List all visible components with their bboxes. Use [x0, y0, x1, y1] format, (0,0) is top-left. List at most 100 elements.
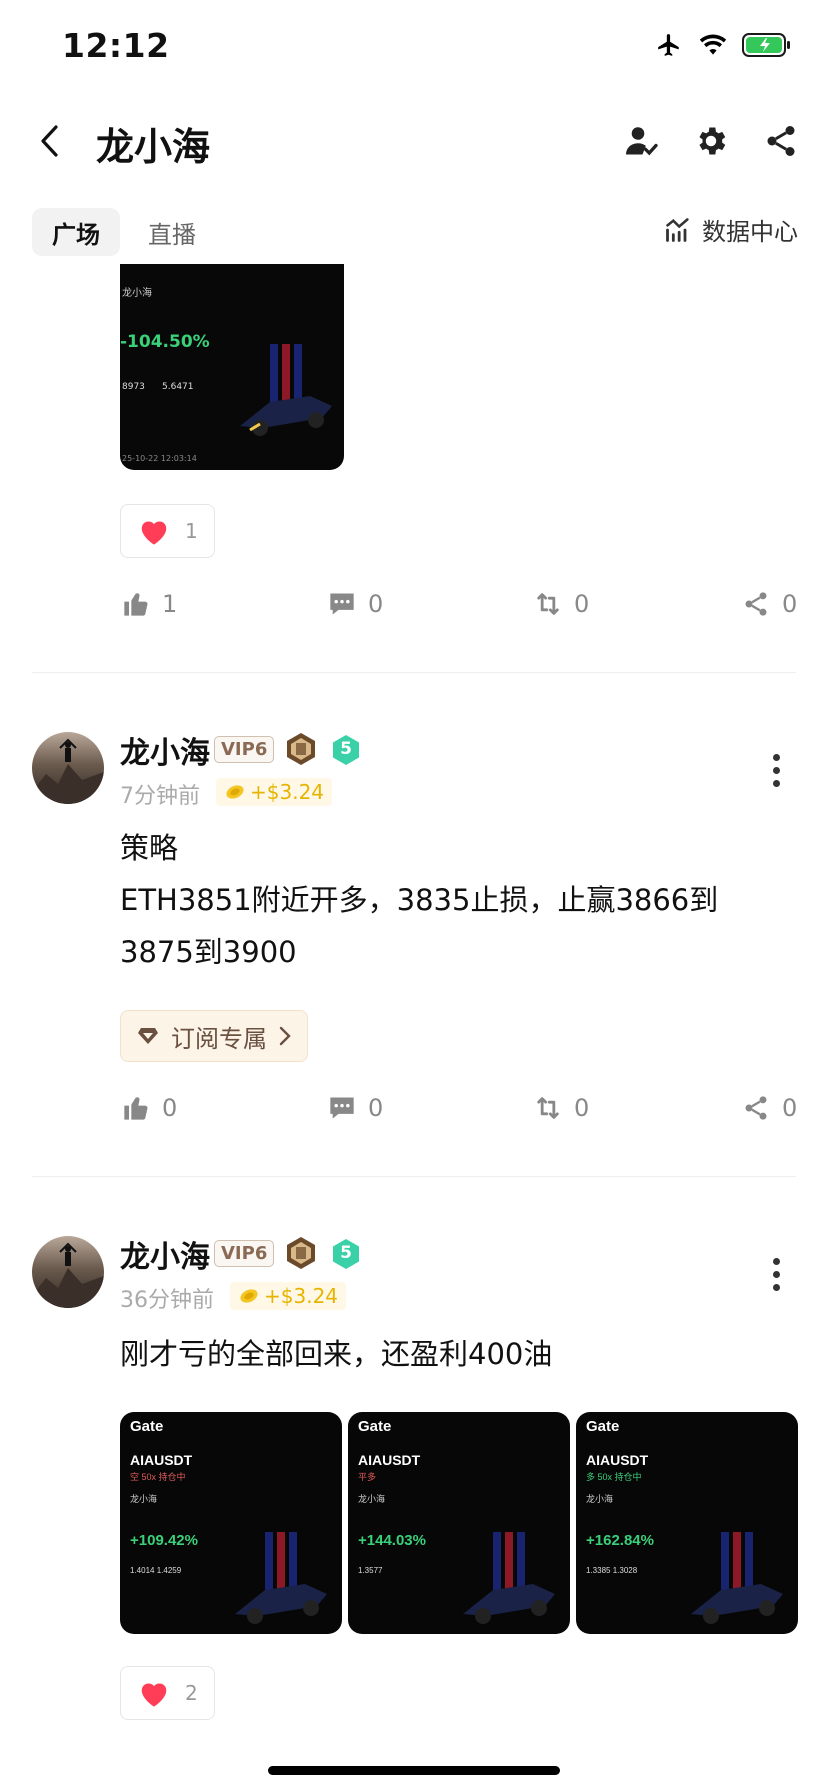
settings-button[interactable] [688, 118, 734, 164]
divider [32, 1176, 796, 1177]
post1-reaction[interactable]: 1 [120, 504, 215, 558]
status-time: 12:12 [62, 26, 170, 65]
share-button[interactable] [758, 118, 804, 164]
tab-square[interactable]: 广场 [32, 208, 120, 256]
post1-image[interactable]: 龙小海 -104.50% 8973 5.6471 25-10-22 12:03:… [120, 264, 344, 470]
comment-icon [330, 1097, 354, 1119]
avatar-image [32, 738, 104, 804]
post3-image-2[interactable]: Gate AIAUSDT 平多 龙小海 +144.03% 1.3577 [348, 1412, 570, 1634]
post1-comment-button[interactable]: 0 [328, 590, 383, 618]
post2-share-button[interactable]: 0 [742, 1094, 797, 1122]
post2-comment-button[interactable]: 0 [328, 1094, 383, 1122]
home-indicator[interactable] [268, 1766, 560, 1775]
post2-text-line1: 策略 [120, 831, 179, 865]
post3-reaction[interactable]: 2 [120, 1666, 215, 1720]
data-center-label: 数据中心 [702, 218, 798, 246]
race-car-graphic [691, 1532, 783, 1624]
post3-username[interactable]: 龙小海 [120, 1232, 210, 1276]
post3-vip-badge: VIP6 [214, 1240, 275, 1267]
post2-text-line3: 3875到3900 [120, 935, 297, 969]
share-icon [745, 592, 767, 616]
pair-label: AIAUSDT [358, 1452, 421, 1468]
post1-image-mark: 8973 [122, 382, 145, 392]
post1-share-count: 0 [782, 590, 798, 618]
data-center-link[interactable]: 数据中心 [664, 212, 798, 247]
post2-reward-amount: +$3.24 [250, 780, 325, 804]
post3-more-button[interactable] [756, 1254, 796, 1294]
thumbs-up-icon [124, 1097, 148, 1120]
chevron-right-icon [279, 1026, 291, 1046]
avatar[interactable] [32, 1236, 104, 1308]
post2-like-button[interactable]: 0 [122, 1094, 177, 1122]
page-title: 龙小海 [96, 125, 211, 169]
pnl-value: +144.03% [358, 1532, 426, 1549]
chevron-left-icon [41, 125, 58, 157]
post2-repost-button[interactable]: 0 [534, 1094, 589, 1122]
post3-time: 36分钟前 [120, 1288, 214, 1313]
trader-name: 龙小海 [358, 1494, 386, 1504]
post2-share-count: 0 [782, 1094, 798, 1122]
post2-vip-badge: VIP6 [214, 736, 275, 763]
post2-reward: +$3.24 [216, 778, 333, 806]
post2-more-button[interactable] [756, 750, 796, 790]
gate-logo: Gate [586, 1418, 620, 1435]
post3-level-badge: 5 [330, 1238, 362, 1270]
post1-like-count: 1 [162, 590, 178, 618]
coin-icon [226, 785, 244, 799]
repost-icon [537, 1097, 559, 1119]
post3-rank-badge-icon [287, 1237, 315, 1269]
subscribe-exclusive-button[interactable]: 订阅专属 [120, 1010, 308, 1062]
leverage-label: 平多 [358, 1472, 377, 1482]
post1-repost-button[interactable]: 0 [534, 590, 589, 618]
gate-logo: Gate [358, 1418, 392, 1435]
post1-image-timestamp: 25-10-22 12:03:14 [122, 454, 197, 463]
pair-label: AIAUSDT [130, 1452, 193, 1468]
gear-icon [699, 127, 726, 155]
trader-name: 龙小海 [586, 1494, 614, 1504]
post2-time: 7分钟前 [120, 784, 200, 809]
share-icon [745, 1096, 767, 1120]
post2-text-line2: ETH3851附近开多，3835止损，止赢3866到 [120, 883, 719, 917]
coin-icon [240, 1289, 258, 1303]
leverage-label: 多 50x 持仓中 [586, 1472, 642, 1482]
post1-comment-count: 0 [368, 590, 384, 618]
follow-user-button[interactable] [618, 118, 664, 164]
pair-label: AIAUSDT [586, 1452, 649, 1468]
price-values: 1.4014 1.4259 [130, 1566, 182, 1575]
post3-image-3[interactable]: Gate AIAUSDT 多 50x 持仓中 龙小海 +162.84% 1.33… [576, 1412, 798, 1634]
post2-level-badge: 5 [330, 734, 362, 766]
battery-icon [742, 33, 790, 57]
tab-live[interactable]: 直播 [128, 208, 216, 256]
post1-repost-count: 0 [574, 590, 590, 618]
chart-icon [666, 217, 689, 242]
back-button[interactable] [30, 118, 70, 164]
post3-reward-amount: +$3.24 [264, 1284, 339, 1308]
avatar[interactable] [32, 732, 104, 804]
post3-text: 刚才亏的全部回来，还盈利400油 [120, 1337, 553, 1371]
post2-repost-count: 0 [574, 1094, 590, 1122]
post1-share-button[interactable]: 0 [742, 590, 797, 618]
post2-rank-badge-icon [287, 733, 315, 765]
post1-image-pnl: -104.50% [120, 332, 210, 352]
post1-image-open: 5.6471 [162, 382, 194, 392]
post2-username[interactable]: 龙小海 [120, 728, 210, 772]
heart-icon [141, 521, 167, 545]
race-car-graphic [240, 344, 332, 436]
race-car-graphic [235, 1532, 327, 1624]
post3-reaction-count: 2 [185, 1681, 198, 1705]
repost-icon [537, 593, 559, 615]
gate-logo: Gate [130, 1418, 164, 1435]
avatar-image [32, 1242, 104, 1308]
post2-level: 5 [340, 739, 352, 759]
post1-reaction-count: 1 [185, 519, 198, 543]
trader-name: 龙小海 [130, 1494, 158, 1504]
thumbs-up-icon [124, 593, 148, 616]
post3-image-1[interactable]: Gate AIAUSDT 空 50x 持仓中 龙小海 +109.42% 1.40… [120, 1412, 342, 1634]
divider [32, 672, 796, 673]
subscribe-label: 订阅专属 [171, 1024, 267, 1053]
heart-icon [141, 1683, 167, 1707]
price-values: 1.3577 [358, 1566, 383, 1575]
user-check-icon [626, 127, 658, 156]
post1-like-button[interactable]: 1 [122, 590, 177, 618]
post1-image-name: 龙小海 [122, 288, 152, 299]
